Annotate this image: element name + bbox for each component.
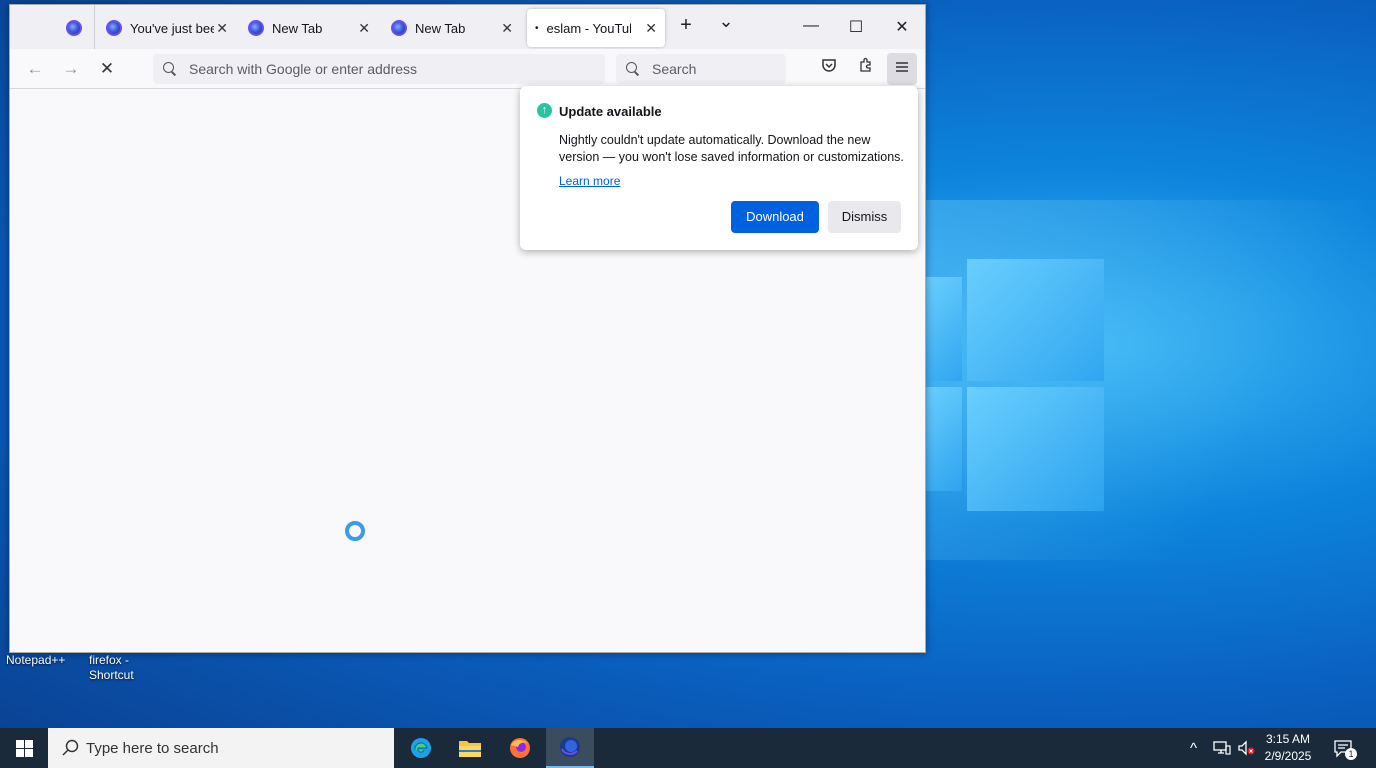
volume-muted-icon[interactable] xyxy=(1237,728,1255,768)
popup-title: Update available xyxy=(559,104,662,119)
search-icon xyxy=(626,62,640,76)
tab-eslam-youtube[interactable]: • eslam - YouTube ✕ xyxy=(527,9,665,47)
download-button[interactable]: Download xyxy=(731,201,819,233)
loading-dot-icon: • xyxy=(535,22,539,34)
search-bar-placeholder: Search xyxy=(652,61,697,77)
pocket-icon[interactable] xyxy=(816,57,842,81)
address-bar-placeholder: Search with Google or enter address xyxy=(189,61,418,77)
firefox-nightly-icon xyxy=(66,20,82,36)
address-bar[interactable]: Search with Google or enter address xyxy=(153,54,605,84)
popup-message: Nightly couldn't update automatically. D… xyxy=(559,133,904,164)
desktop-icon-notepadpp[interactable]: Notepad++ xyxy=(6,653,65,668)
browser-window: You've just been ✕ New Tab ✕ New Tab ✕ •… xyxy=(9,4,926,653)
search-icon xyxy=(62,739,79,756)
start-button[interactable] xyxy=(0,728,48,768)
edge-icon xyxy=(411,738,431,758)
new-tab-button[interactable]: + xyxy=(671,14,701,37)
firefox-nightly-icon xyxy=(106,20,122,36)
tab-bar: You've just been ✕ New Tab ✕ New Tab ✕ •… xyxy=(10,5,925,49)
firefox-icon xyxy=(510,738,530,758)
loading-spinner-icon xyxy=(345,521,365,541)
taskbar: Type here to search ^ 3:15 AM 2/9/2025 1 xyxy=(0,728,1376,768)
firefox-nightly-taskbar-button[interactable] xyxy=(546,728,594,768)
minimize-button[interactable]: — xyxy=(796,17,826,35)
notification-count-badge: 1 xyxy=(1345,748,1357,760)
close-tab-icon[interactable]: ✕ xyxy=(216,20,228,37)
tab-new-tab-2[interactable]: New Tab ✕ xyxy=(383,9,521,47)
taskbar-search-placeholder: Type here to search xyxy=(86,739,219,757)
system-clock[interactable]: 3:15 AM 2/9/2025 xyxy=(1258,731,1318,765)
network-icon[interactable] xyxy=(1213,728,1231,768)
tab-separator xyxy=(94,5,95,49)
firefox-nightly-icon xyxy=(560,737,580,757)
action-center-button[interactable]: 1 xyxy=(1333,728,1357,768)
file-explorer-icon xyxy=(459,741,481,757)
menu-icon[interactable] xyxy=(887,53,917,85)
update-arrow-icon: ↑ xyxy=(537,103,552,118)
windows-logo-wallpaper xyxy=(925,255,1105,515)
tab-title: You've just been xyxy=(130,20,214,36)
tab-title: New Tab xyxy=(272,20,323,36)
update-available-popup: ↑ Update available Nightly couldn't upda… xyxy=(520,86,918,250)
maximize-button[interactable]: ☐ xyxy=(841,17,871,37)
show-hidden-icons-chevron[interactable]: ^ xyxy=(1190,728,1197,768)
firefox-taskbar-button[interactable] xyxy=(496,728,544,768)
desktop-icon-firefox-shortcut[interactable]: firefox - Shortcut xyxy=(89,653,159,683)
list-all-tabs-button[interactable]: ⌄ xyxy=(711,11,741,32)
extensions-icon[interactable] xyxy=(853,57,879,81)
close-tab-icon[interactable]: ✕ xyxy=(501,20,513,37)
file-explorer-taskbar-button[interactable] xyxy=(446,728,494,768)
firefox-nightly-icon xyxy=(248,20,264,36)
search-icon xyxy=(163,62,177,76)
tab-pinned[interactable] xyxy=(58,9,98,47)
clock-time: 3:15 AM xyxy=(1265,732,1311,746)
navigation-toolbar: ← → ✕ Search with Google or enter addres… xyxy=(10,49,925,89)
clock-date: 2/9/2025 xyxy=(1264,749,1312,763)
close-window-button[interactable]: ✕ xyxy=(887,17,917,37)
back-button[interactable]: ← xyxy=(22,57,48,81)
tab-new-tab-1[interactable]: New Tab ✕ xyxy=(240,9,378,47)
learn-more-link[interactable]: Learn more xyxy=(559,174,620,188)
close-tab-icon[interactable]: ✕ xyxy=(358,20,370,37)
taskbar-search-box[interactable]: Type here to search xyxy=(48,728,394,768)
tab-title: eslam - YouTube xyxy=(546,20,631,36)
tab-title: New Tab xyxy=(415,20,466,36)
tab-youve-just-been[interactable]: You've just been ✕ xyxy=(98,9,236,47)
stop-button[interactable]: ✕ xyxy=(94,57,120,81)
edge-taskbar-button[interactable] xyxy=(397,728,445,768)
close-tab-icon[interactable]: ✕ xyxy=(645,20,657,37)
search-bar[interactable]: Search xyxy=(616,54,786,84)
firefox-nightly-icon xyxy=(391,20,407,36)
forward-button[interactable]: → xyxy=(58,57,84,81)
dismiss-button[interactable]: Dismiss xyxy=(828,201,901,233)
